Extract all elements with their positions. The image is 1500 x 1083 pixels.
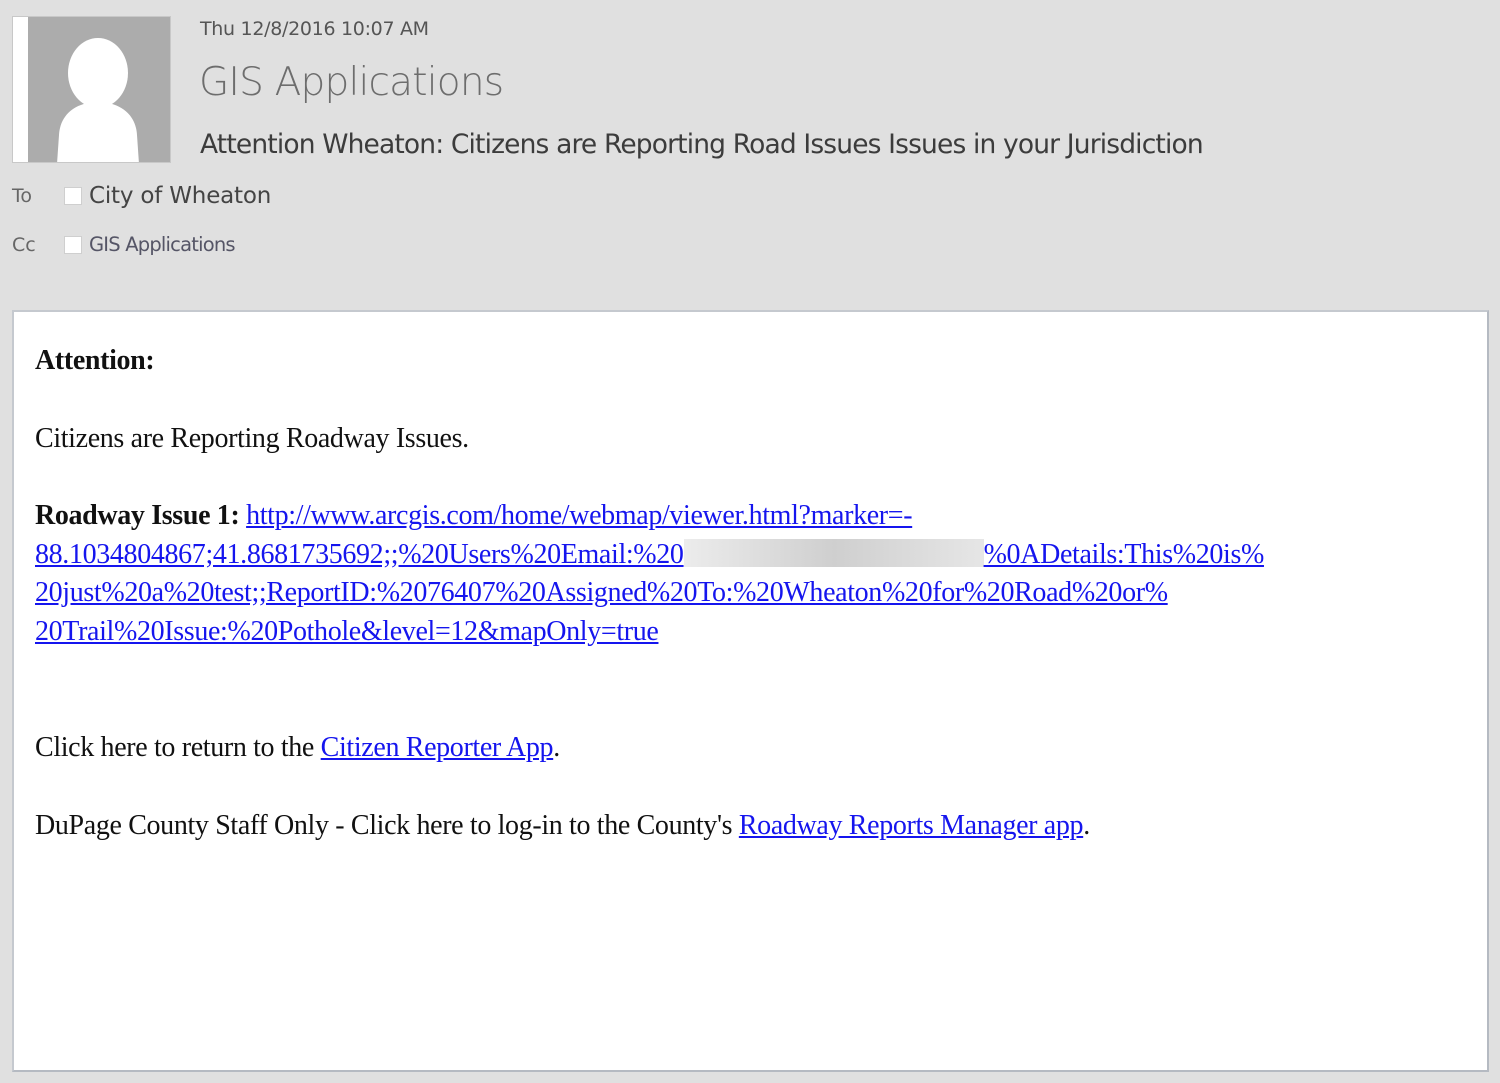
intro-text: Citizens are Reporting Roadway Issues. bbox=[35, 422, 469, 454]
to-label: To bbox=[12, 185, 33, 207]
staff-text: DuPage County Staff Only - Click here to… bbox=[35, 809, 739, 841]
roadway-issue-paragraph: Roadway Issue 1: http://www.arcgis.com/h… bbox=[35, 497, 1427, 651]
cc-row: Cc GIS Applications bbox=[12, 233, 236, 256]
cc-recipient-checkbox[interactable] bbox=[64, 235, 82, 254]
to-recipient-checkbox[interactable] bbox=[64, 187, 82, 205]
staff-suffix: . bbox=[1083, 809, 1090, 841]
return-suffix: . bbox=[553, 732, 560, 763]
citizen-reporter-app-link[interactable]: Citizen Reporter App bbox=[321, 732, 554, 763]
person-silhouette-icon bbox=[57, 38, 139, 162]
issue-link-line-4: 20Trail%20Issue:%20Pothole&level=12&mapO… bbox=[35, 615, 659, 647]
return-text: Click here to return to the bbox=[35, 732, 321, 763]
sender-name[interactable]: GIS Applications bbox=[199, 60, 504, 105]
avatar-strip bbox=[13, 17, 28, 162]
message-content: Attention: Citizens are Reporting Roadwa… bbox=[35, 342, 1427, 845]
message-subject: Attention Wheaton: Citizens are Reportin… bbox=[200, 129, 1204, 160]
redacted-email bbox=[683, 538, 984, 567]
to-recipient[interactable]: City of Wheaton bbox=[89, 183, 271, 209]
issue-link-line-2b: %0ADetails:This%20is% bbox=[983, 538, 1265, 570]
message-body: Attention: Citizens are Reporting Roadwa… bbox=[12, 310, 1489, 1072]
greeting: Attention: bbox=[35, 345, 155, 376]
return-paragraph: Click here to return to the Citizen Repo… bbox=[35, 729, 1427, 768]
cc-recipient[interactable]: GIS Applications bbox=[89, 233, 236, 256]
issue-label: Roadway Issue 1: bbox=[35, 500, 240, 531]
issue-link-line-3: 20just%20a%20test;;ReportID:%2076407%20A… bbox=[35, 577, 1168, 608]
issue-link-line-2: 88.1034804867;41.8681735692;;%20Users%20… bbox=[35, 538, 684, 570]
message-date: Thu 12/8/2016 10:07 AM bbox=[200, 18, 429, 40]
sender-avatar bbox=[12, 16, 171, 163]
issue-link-line-1: http://www.arcgis.com/home/webmap/viewer… bbox=[246, 500, 913, 531]
roadway-reports-manager-link[interactable]: Roadway Reports Manager app bbox=[739, 810, 1084, 841]
staff-paragraph: DuPage County Staff Only - Click here to… bbox=[35, 807, 1427, 846]
to-row: To City of Wheaton bbox=[12, 183, 271, 209]
cc-label: Cc bbox=[12, 233, 36, 256]
